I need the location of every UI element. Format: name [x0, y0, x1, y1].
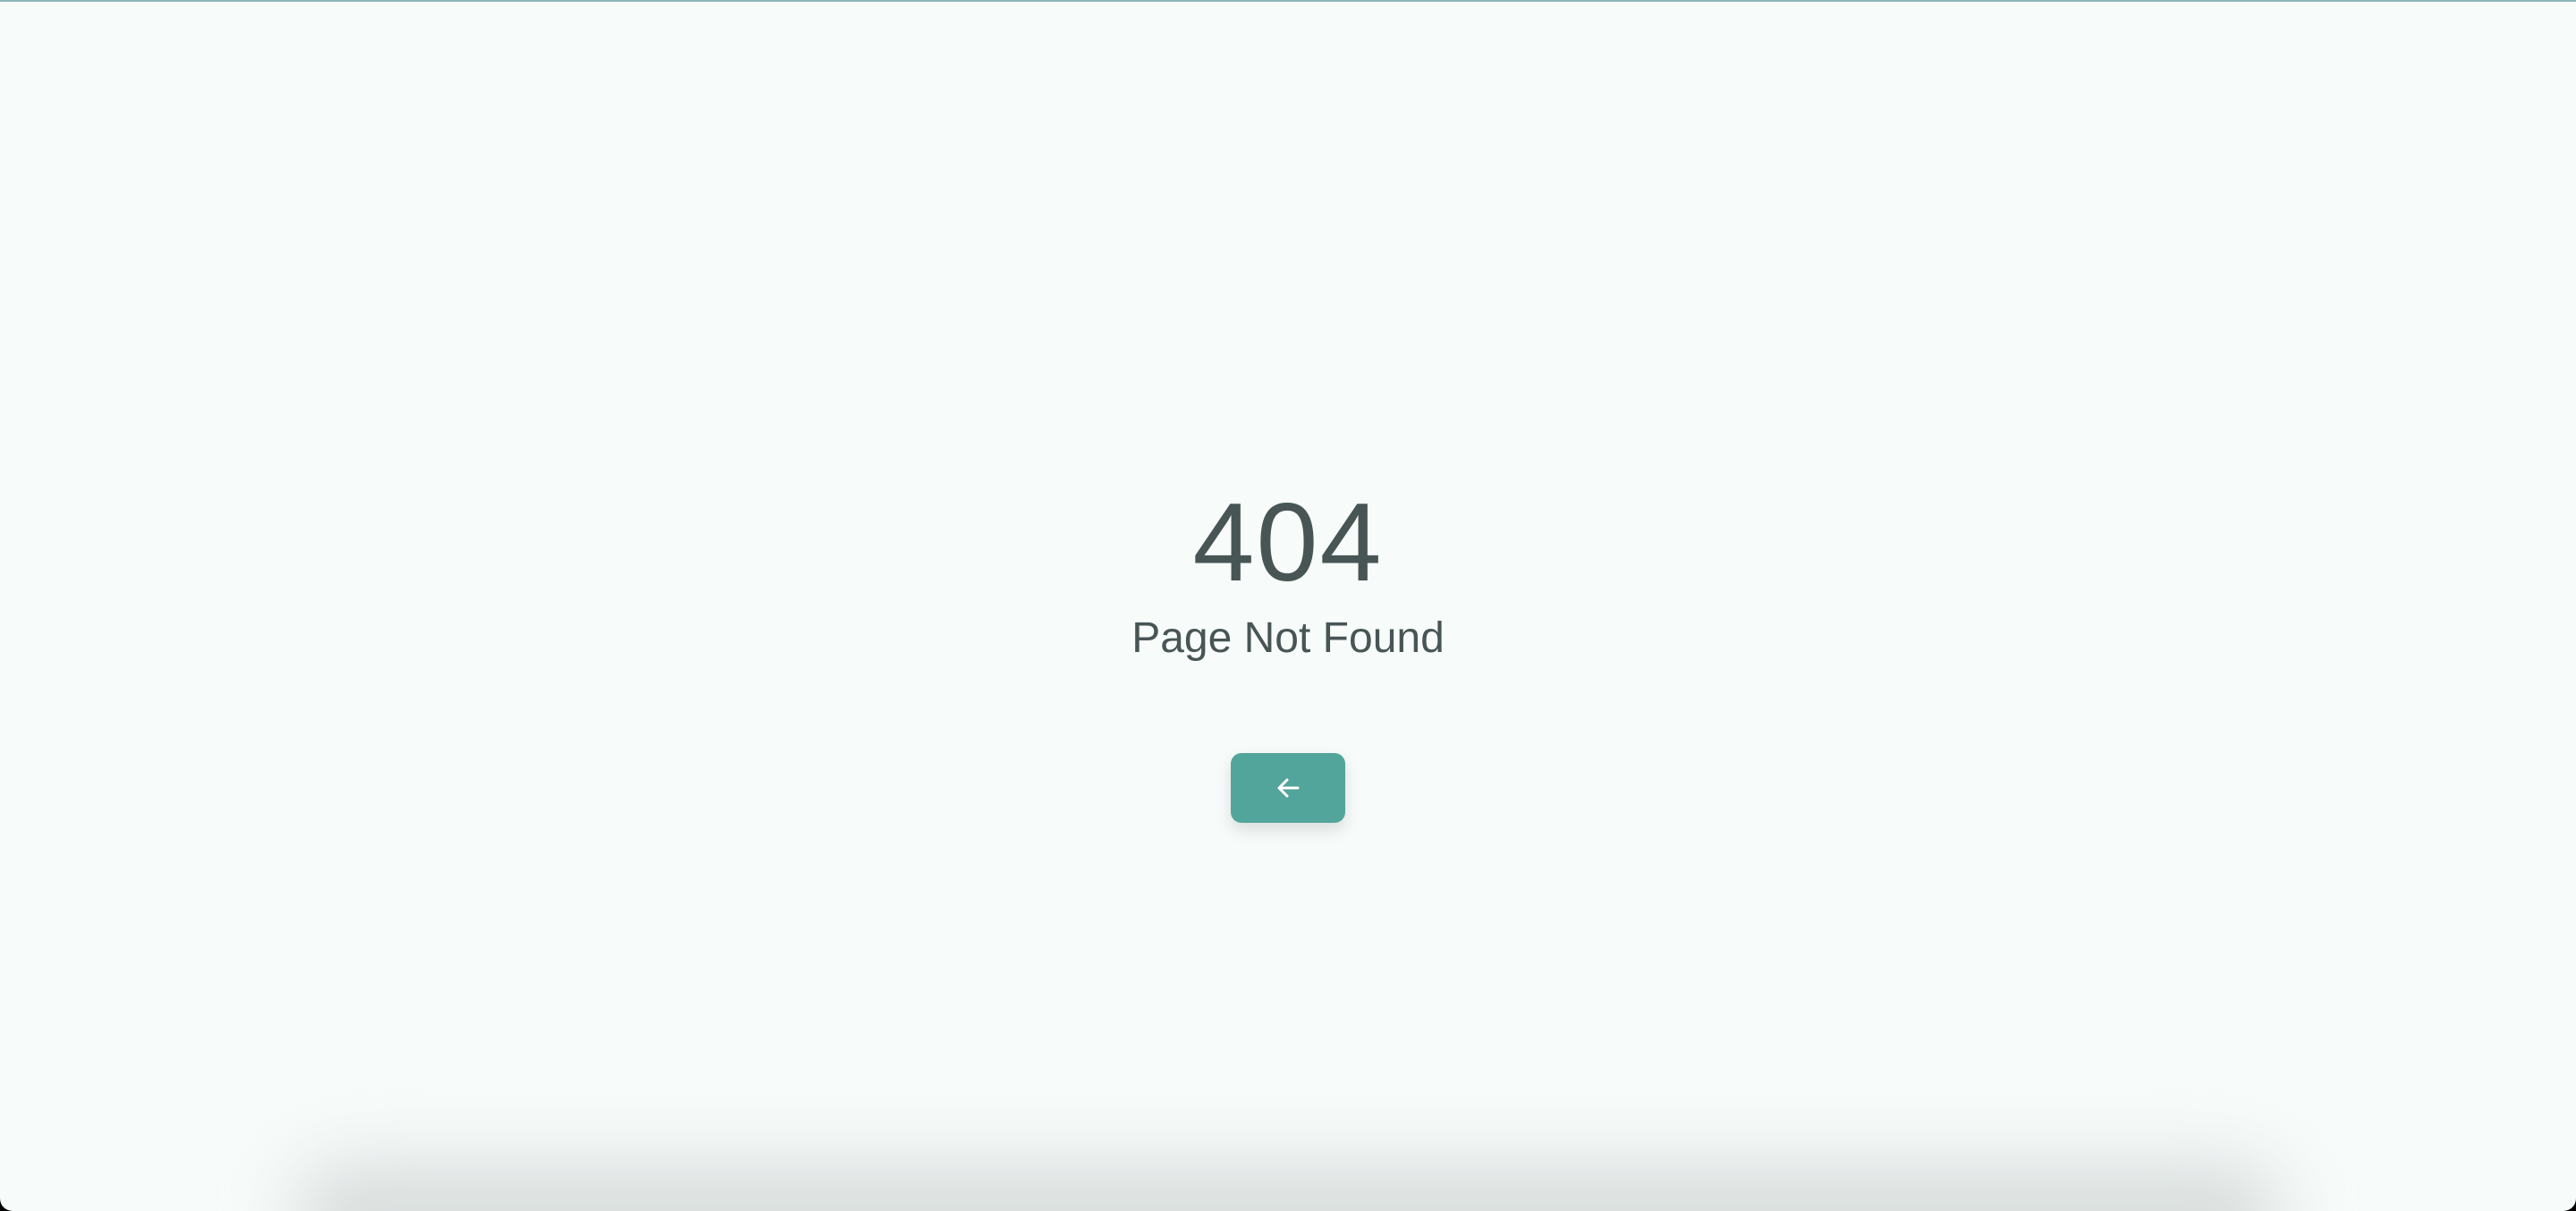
arrow-left-icon [1277, 778, 1300, 798]
back-button[interactable] [1231, 753, 1345, 823]
error-code: 404 [1192, 481, 1384, 605]
bottom-shadow [295, 1166, 2281, 1211]
not-found-page: 404 Page Not Found [0, 0, 2576, 1211]
error-message: Page Not Found [1131, 614, 1445, 662]
